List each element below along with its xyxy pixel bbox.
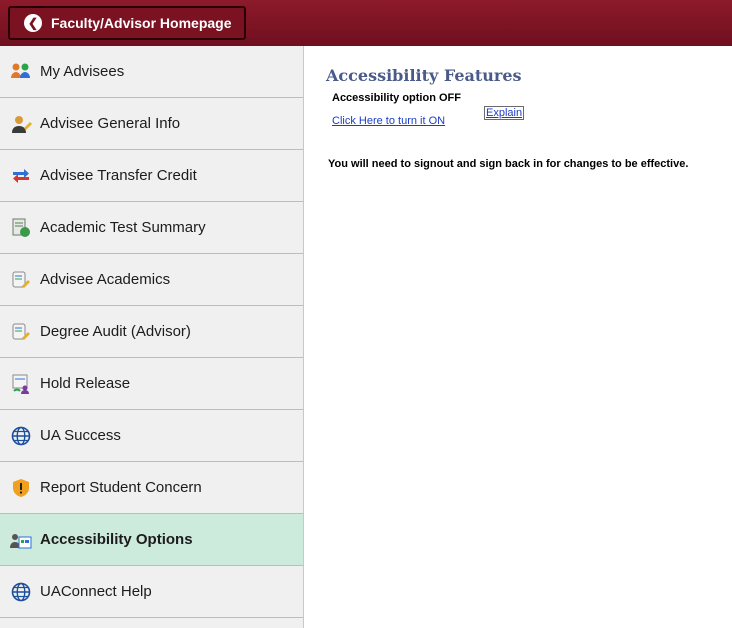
home-button-label: Faculty/Advisor Homepage — [51, 15, 232, 31]
test-document-icon — [10, 217, 32, 239]
sidebar-item-label: Degree Audit (Advisor) — [40, 323, 191, 340]
faculty-homepage-button[interactable]: ❮ Faculty/Advisor Homepage — [8, 6, 246, 40]
sidebar-item-label: Accessibility Options — [40, 531, 193, 548]
chevron-left-icon: ❮ — [24, 14, 42, 32]
person-pencil-icon — [10, 113, 32, 135]
sidebar-item-label: Advisee Transfer Credit — [40, 167, 197, 184]
hold-release-icon — [10, 373, 32, 395]
sidebar-item-degree-audit[interactable]: Degree Audit (Advisor) — [0, 306, 303, 358]
sidebar-item-academic-test-summary[interactable]: Academic Test Summary — [0, 202, 303, 254]
warning-shield-icon — [10, 477, 32, 499]
sidebar-nav: My Advisees Advisee General Info Advisee… — [0, 46, 304, 628]
transfer-arrows-icon — [10, 165, 32, 187]
sidebar-item-advisee-academics[interactable]: Advisee Academics — [0, 254, 303, 306]
globe-icon — [10, 581, 32, 603]
sidebar-item-hold-release[interactable]: Hold Release — [0, 358, 303, 410]
notepad-pencil-icon — [10, 321, 32, 343]
sidebar-item-label: UAConnect Help — [40, 583, 152, 600]
sidebar-item-accessibility-options[interactable]: Accessibility Options — [0, 514, 303, 566]
page-title: Accessibility Features — [326, 66, 522, 85]
sidebar-item-label: My Advisees — [40, 63, 125, 80]
sidebar-item-advisee-general-info[interactable]: Advisee General Info — [0, 98, 303, 150]
explain-link[interactable]: Explain — [484, 106, 525, 120]
sidebar-item-advisee-transfer-credit[interactable]: Advisee Transfer Credit — [0, 150, 303, 202]
globe-icon — [10, 425, 32, 447]
sidebar-item-label: Advisee Academics — [40, 271, 171, 288]
turn-on-link[interactable]: Click Here to turn it ON — [332, 115, 445, 127]
sidebar-item-ua-success[interactable]: UA Success — [0, 410, 303, 462]
sidebar-item-label: Advisee General Info — [40, 115, 181, 132]
sidebar-item-my-advisees[interactable]: My Advisees — [0, 46, 303, 98]
people-icon — [10, 61, 32, 83]
sidebar-item-label: UA Success — [40, 427, 121, 444]
sidebar-item-label: Report Student Concern — [40, 479, 202, 496]
sidebar-item-label: Academic Test Summary — [40, 219, 206, 236]
notepad-pencil-icon — [10, 269, 32, 291]
sidebar-item-label: Hold Release — [40, 375, 131, 392]
signout-notice: You will need to signout and sign back i… — [328, 158, 689, 170]
sidebar-item-report-student-concern[interactable]: Report Student Concern — [0, 462, 303, 514]
sidebar-item-uaconnect-help[interactable]: UAConnect Help — [0, 566, 303, 618]
option-status-label: Accessibility option OFF — [332, 92, 461, 104]
top-header: ❮ Faculty/Advisor Homepage — [0, 0, 732, 46]
accessibility-icon — [10, 529, 32, 551]
